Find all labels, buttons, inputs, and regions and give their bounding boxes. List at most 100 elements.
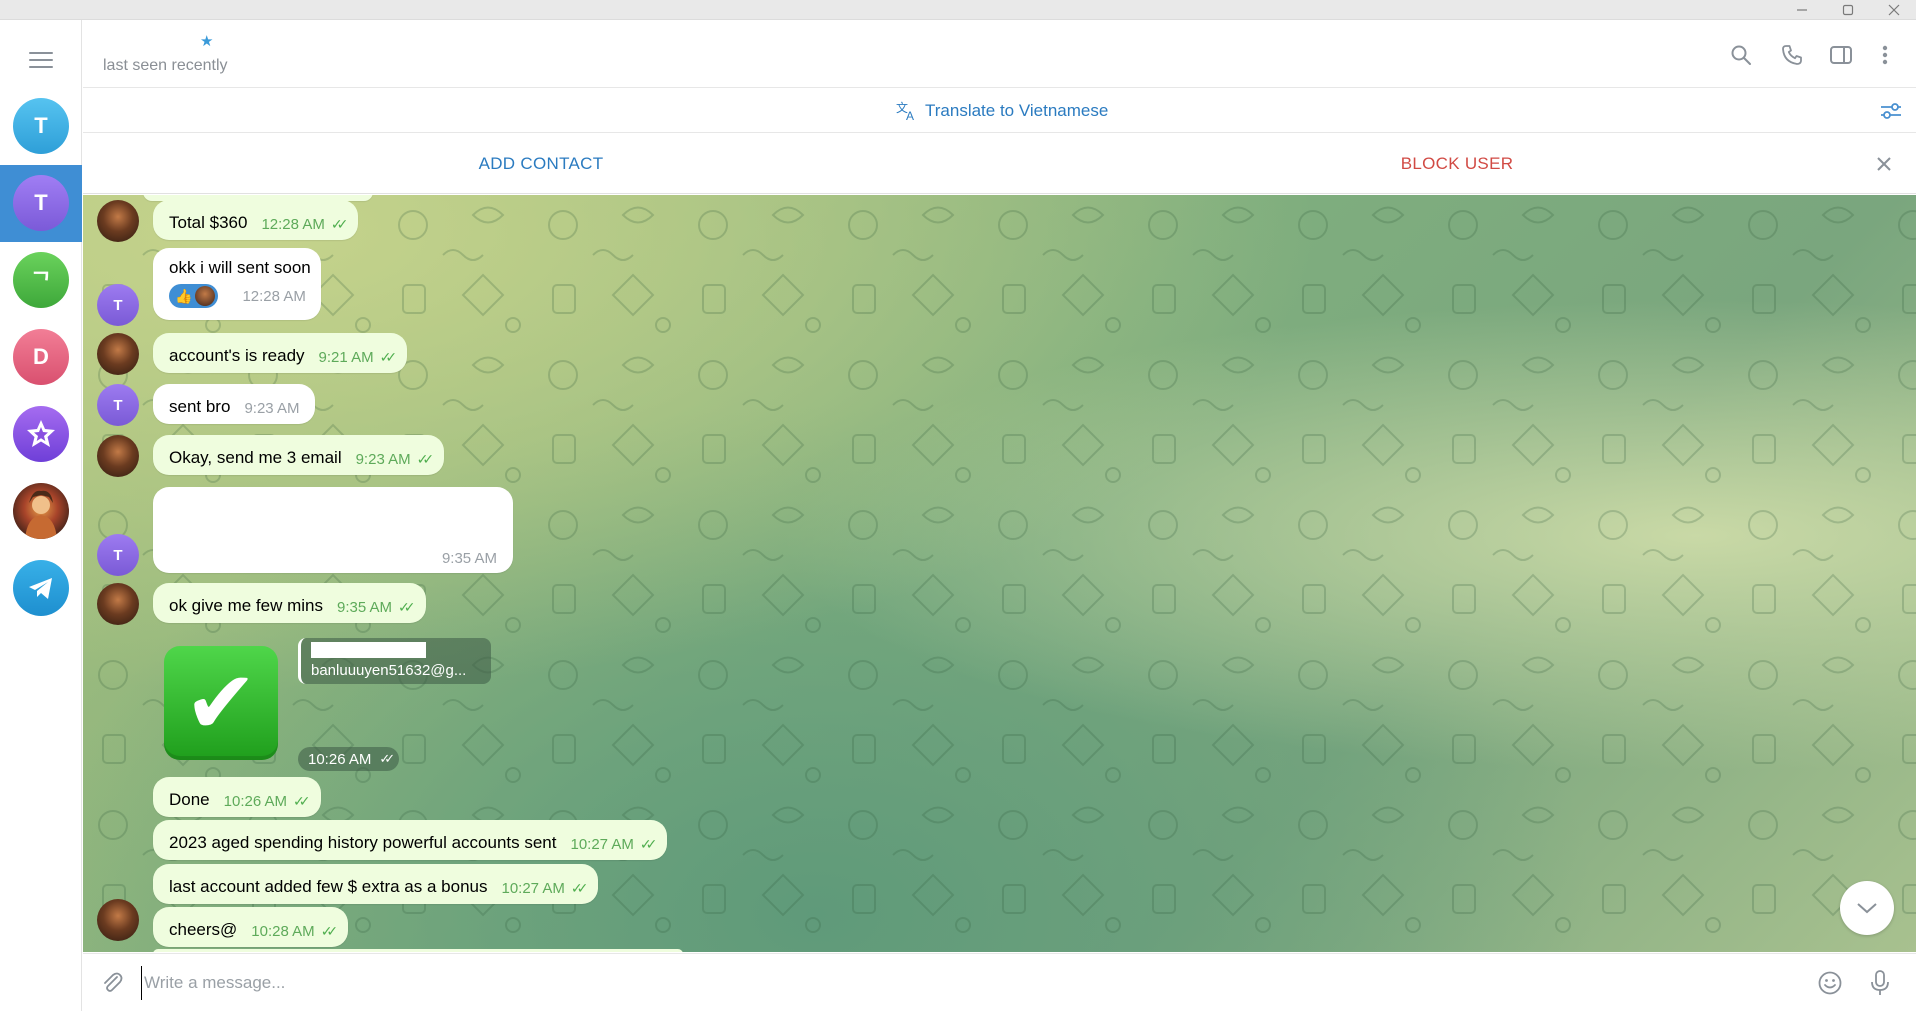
message-bubble[interactable]: Total $360 12:28 AM ✓✓ (153, 200, 359, 240)
message-time: 9:23 AM (355, 451, 411, 468)
message-text: Done (169, 789, 210, 809)
message-text: account's is ready (169, 345, 305, 365)
search-icon[interactable] (1726, 40, 1756, 70)
message-text: ok give me few mins (169, 595, 323, 615)
sender-avatar: T (97, 284, 139, 326)
message-time: 9:23 AM (244, 400, 300, 417)
read-check-icon: ✓✓ (639, 836, 658, 852)
message-bubble[interactable]: account's is ready 9:21 AM ✓✓ (153, 333, 408, 373)
message-text: cheers@ (169, 919, 238, 939)
message-area[interactable]: Total $360 12:28 AM ✓✓ T okk i will sent… (83, 195, 1916, 952)
reply-title-redacted (311, 642, 426, 658)
read-check-icon: ✓✓ (379, 349, 398, 365)
sender-avatar (97, 333, 139, 375)
checkmark-sticker[interactable]: ✔ (164, 646, 278, 760)
chat-avatar-2[interactable]: T (13, 175, 69, 231)
block-user-button[interactable]: BLOCK USER (999, 134, 1915, 194)
sender-avatar: T (97, 534, 139, 576)
message-time: 9:35 AM (337, 599, 393, 616)
message-text: okk i will sent soon (169, 258, 311, 277)
thumbs-up-reaction: 👍 (175, 287, 193, 304)
message-bubble[interactable]: last account added few $ extra as a bonu… (153, 864, 599, 904)
star-badge-icon (27, 420, 55, 447)
message-bubble[interactable]: Okay, send me 3 email 9:23 AM ✓✓ (153, 435, 445, 475)
read-check-icon: ✓✓ (398, 599, 416, 615)
emoji-icon[interactable] (1815, 968, 1845, 998)
message-time: 10:27 AM (570, 836, 634, 853)
message-time: 9:35 AM (441, 550, 497, 567)
read-check-icon: ✓✓ (320, 923, 339, 939)
translate-button[interactable]: 文A Translate to Vietnamese (895, 97, 1108, 125)
chat-avatar-3[interactable]: ᄀ (13, 252, 69, 308)
sender-avatar (97, 200, 139, 242)
message-bubble[interactable]: 9:35 AM (153, 487, 513, 573)
add-contact-button[interactable]: ADD CONTACT (83, 134, 999, 194)
contact-action-bar: ADD CONTACT BLOCK USER (83, 134, 1916, 194)
chat-avatar-1[interactable]: T (13, 98, 69, 154)
phone-icon[interactable] (1777, 40, 1807, 70)
sender-avatar: T (97, 384, 139, 426)
message-time: 9:21 AM (318, 349, 374, 366)
maximize-icon[interactable] (1826, 0, 1870, 20)
message-bubble[interactable]: Done 10:26 AM ✓✓ (153, 777, 321, 817)
message-bubble[interactable]: cheers@ 10:28 AM ✓✓ (153, 907, 349, 947)
telegram-icon (29, 578, 52, 599)
close-icon[interactable] (1870, 150, 1898, 178)
message-time: 12:28 AM (242, 287, 306, 305)
hamburger-menu-icon[interactable] (24, 45, 58, 75)
message-text: 2023 aged spending history powerful acco… (169, 832, 557, 852)
reply-preview[interactable]: banluuuyen51632@g... (298, 638, 491, 684)
sender-avatar (97, 583, 139, 625)
message-time: 12:28 AM (261, 216, 325, 233)
translate-settings-icon[interactable] (1876, 97, 1906, 125)
message-time: 10:26 AM (308, 750, 372, 768)
message-text: sent bro (169, 396, 231, 416)
sender-avatar (97, 435, 139, 477)
microphone-icon[interactable] (1865, 968, 1895, 998)
window-titlebar (0, 0, 1916, 20)
close-icon[interactable] (1872, 0, 1916, 20)
avatar-letter: ᄀ (30, 269, 52, 294)
chat-avatar-7[interactable] (13, 560, 69, 616)
read-check-icon: ✓✓ (330, 216, 349, 232)
avatar-letter: D (33, 344, 49, 369)
avatar-letter: T (34, 113, 48, 138)
reply-text: banluuuyen51632@g... (311, 662, 467, 679)
read-check-icon: ✓✓ (293, 793, 311, 809)
chat-avatar-5[interactable] (13, 406, 69, 462)
paperclip-icon[interactable] (97, 968, 127, 998)
message-time: 10:28 AM (251, 923, 315, 940)
read-check-icon: ✓✓ (379, 751, 395, 766)
message-text: Total $360 (169, 212, 248, 232)
svg-text:A: A (906, 109, 914, 122)
avatar-letter: T (34, 190, 48, 215)
premium-star-icon: ★ (200, 33, 214, 50)
message-time: 10:26 AM (223, 793, 288, 810)
reaction-chip[interactable]: 👍 (169, 284, 219, 309)
chevron-down-icon (1857, 903, 1877, 914)
peer-status: last seen recently (103, 57, 228, 74)
message-time: 10:27 AM (501, 880, 565, 897)
minimize-icon[interactable] (1780, 0, 1824, 20)
read-check-icon: ✓✓ (416, 451, 435, 467)
message-bubble[interactable]: sent bro 9:23 AM (153, 384, 316, 424)
message-bubble-partial (153, 949, 683, 952)
message-text: last account added few $ extra as a bonu… (169, 876, 488, 896)
profile-photo (25, 490, 57, 539)
message-input[interactable] (141, 966, 1841, 1000)
message-bubble[interactable]: ok give me few mins 9:35 AM ✓✓ (153, 583, 426, 623)
translate-icon: 文A (896, 100, 914, 122)
reactor-avatar (195, 286, 216, 307)
more-vertical-icon[interactable] (1870, 40, 1900, 70)
chat-list-sidebar: T T ᄀ D (0, 20, 82, 1011)
message-composer (83, 953, 1916, 1011)
sidebar-toggle-icon[interactable] (1826, 40, 1856, 70)
chat-avatar-6[interactable] (13, 483, 69, 539)
chat-header: ★ last seen recently (83, 20, 1916, 88)
chat-avatar-4[interactable]: D (13, 329, 69, 385)
scroll-to-bottom-button[interactable] (1840, 881, 1894, 935)
sticker-time-badge: 10:26 AM ✓✓ (298, 747, 400, 771)
message-bubble[interactable]: okk i will sent soon 👍 12:28 AM (153, 248, 321, 320)
message-bubble[interactable]: 2023 aged spending history powerful acco… (153, 820, 668, 860)
message-text: Okay, send me 3 email (169, 447, 342, 467)
